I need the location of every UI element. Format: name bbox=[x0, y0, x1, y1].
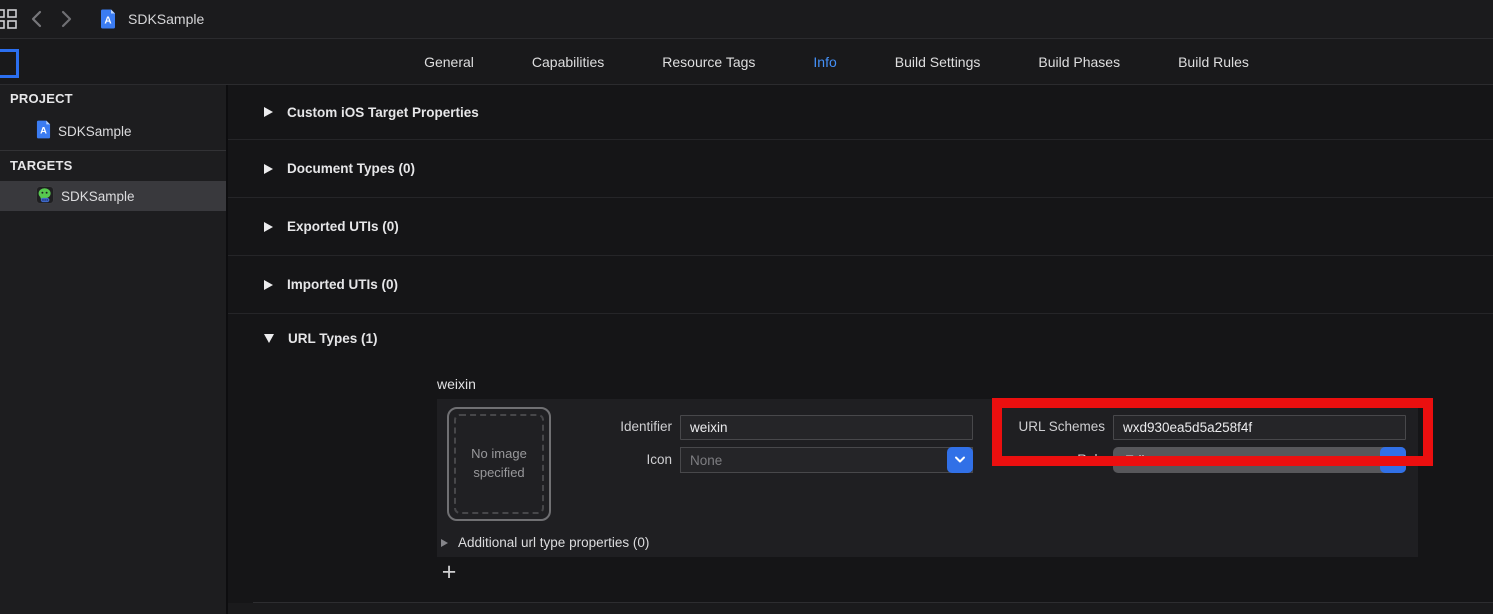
identifier-input[interactable] bbox=[680, 415, 973, 440]
info-sections: Custom iOS Target Properties Document Ty… bbox=[228, 85, 1493, 362]
sidebar-item-target-sdksample[interactable]: SDKSample bbox=[0, 181, 226, 211]
disclosure-triangle-icon[interactable] bbox=[264, 334, 274, 343]
project-section-header: PROJECT bbox=[10, 91, 73, 106]
section-url-types[interactable]: URL Types (1) bbox=[228, 314, 1493, 362]
forward-button[interactable] bbox=[57, 8, 75, 30]
jump-bar-title[interactable]: SDKSample bbox=[128, 0, 204, 38]
section-custom-ios-target-properties[interactable]: Custom iOS Target Properties bbox=[228, 85, 1493, 140]
tab-strip: General Capabilities Resource Tags Info … bbox=[180, 39, 1493, 84]
icon-label: Icon bbox=[437, 452, 672, 467]
identifier-label: Identifier bbox=[437, 419, 672, 434]
url-schemes-label: URL Schemes bbox=[977, 419, 1105, 434]
sidebar-item-project-sdksample[interactable]: A SDKSample bbox=[0, 116, 226, 146]
url-schemes-input[interactable] bbox=[1113, 415, 1406, 440]
footer-strip bbox=[228, 603, 1493, 614]
back-button[interactable] bbox=[27, 8, 45, 30]
chevron-down-icon[interactable] bbox=[1380, 447, 1406, 473]
project-file-icon: A bbox=[100, 9, 116, 29]
icon-combo[interactable]: None bbox=[680, 447, 973, 473]
additional-properties-row[interactable]: Additional url type properties (0) bbox=[437, 528, 1418, 557]
disclosure-triangle-icon[interactable] bbox=[264, 164, 273, 174]
jump-bar: A SDKSample bbox=[0, 0, 1493, 39]
svg-text:A: A bbox=[104, 16, 111, 27]
tab-resource-tags[interactable]: Resource Tags bbox=[662, 54, 755, 70]
tab-capabilities[interactable]: Capabilities bbox=[532, 54, 604, 70]
sidebar-project-icon: A bbox=[36, 120, 51, 142]
section-imported-utis[interactable]: Imported UTIs (0) bbox=[228, 256, 1493, 314]
icon-combo-value: None bbox=[690, 453, 722, 468]
disclosure-triangle-icon[interactable] bbox=[264, 280, 273, 290]
disclosure-triangle-icon[interactable] bbox=[264, 107, 273, 117]
info-editor: Custom iOS Target Properties Document Ty… bbox=[228, 85, 1493, 614]
target-tab-bar: General Capabilities Resource Tags Info … bbox=[0, 39, 1493, 85]
section-document-types[interactable]: Document Types (0) bbox=[228, 140, 1493, 198]
tab-build-settings[interactable]: Build Settings bbox=[895, 54, 981, 70]
section-exported-utis[interactable]: Exported UTIs (0) bbox=[228, 198, 1493, 256]
project-targets-sidebar: PROJECT A SDKSample TARGETS bbox=[0, 85, 228, 614]
svg-text:A: A bbox=[40, 126, 47, 136]
add-url-type-button[interactable]: + bbox=[438, 561, 460, 583]
targets-section-header: TARGETS bbox=[10, 158, 73, 173]
sidebar-project-label: SDKSample bbox=[58, 124, 132, 139]
sidebar-divider bbox=[0, 150, 226, 151]
tab-build-rules[interactable]: Build Rules bbox=[1178, 54, 1249, 70]
tab-build-phases[interactable]: Build Phases bbox=[1038, 54, 1120, 70]
related-items-icon[interactable] bbox=[0, 8, 19, 30]
tab-info[interactable]: Info bbox=[813, 54, 836, 70]
tab-general[interactable]: General bbox=[424, 54, 474, 70]
sidebar-target-label: SDKSample bbox=[61, 189, 135, 204]
additional-properties-label: Additional url type properties (0) bbox=[458, 535, 649, 550]
wechat-app-icon bbox=[36, 186, 54, 207]
disclosure-triangle-icon[interactable] bbox=[441, 539, 448, 547]
chevron-down-icon[interactable] bbox=[947, 447, 973, 473]
url-type-name: weixin bbox=[437, 376, 476, 392]
role-popup-value: Editor bbox=[1125, 453, 1160, 468]
role-popup[interactable]: Editor bbox=[1113, 447, 1406, 473]
url-type-card: No image specified Identifier Icon None … bbox=[437, 399, 1418, 557]
disclosure-triangle-icon[interactable] bbox=[264, 222, 273, 232]
bottom-divider bbox=[253, 602, 1493, 603]
editor-focus-square bbox=[0, 49, 19, 78]
xcode-window: A SDKSample General Capabilities Resourc… bbox=[0, 0, 1493, 614]
role-label: Role bbox=[977, 452, 1105, 467]
